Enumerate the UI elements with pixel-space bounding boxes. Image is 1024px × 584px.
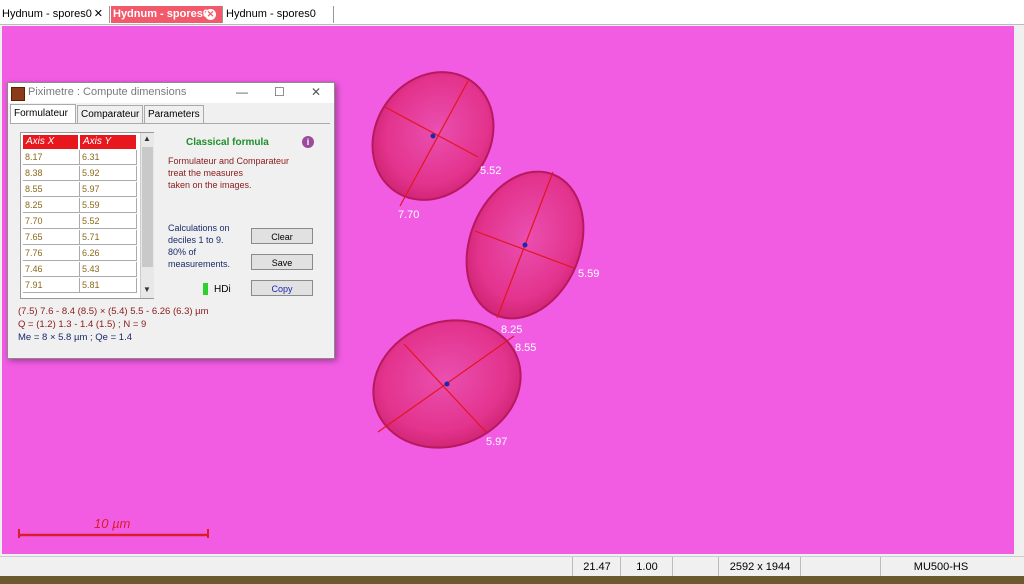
calc-note-line: measurements. (168, 259, 231, 269)
dialog-title: Piximetre : Compute dimensions (28, 86, 187, 98)
table-cell-axis-y[interactable]: 5.71 (80, 230, 137, 245)
center-point (430, 133, 436, 139)
measurements-table[interactable]: Axis X Axis Y 8.17 6.31 8.38 5.92 8.55 5.97 8.… (20, 132, 154, 299)
status-resolution: 2592 x 1944 (718, 557, 801, 577)
classical-formula-title: Classical formula (186, 137, 269, 148)
scale-bar-label: 10 µm (94, 516, 131, 531)
center-point (522, 242, 528, 248)
status-empty (800, 557, 881, 577)
tab-parameters[interactable]: Parameters (144, 105, 204, 123)
status-empty (672, 557, 719, 577)
table-cell-axis-x[interactable]: 7.46 (23, 262, 80, 277)
table-scrollbar[interactable]: ▲ ▼ (140, 133, 154, 298)
description-line: taken on the images. (168, 180, 252, 190)
scroll-down-icon[interactable]: ▼ (143, 285, 151, 294)
status-value-1: 21.47 (572, 557, 621, 577)
maximize-icon[interactable]: ☐ (274, 85, 285, 99)
close-icon[interactable]: ✕ (205, 6, 216, 23)
table-cell-axis-x[interactable]: 7.76 (23, 246, 80, 261)
table-cell-axis-y[interactable]: 5.43 (80, 262, 137, 277)
tab-label: Hydnum - spores0 (226, 8, 316, 20)
info-icon[interactable]: i (302, 136, 314, 148)
save-button[interactable]: Save (251, 254, 313, 270)
measure-label: 7.70 (398, 209, 419, 221)
table-cell-axis-x[interactable]: 7.65 (23, 230, 80, 245)
description-line: treat the measures (168, 168, 244, 178)
column-header-axis-x: Axis X (23, 135, 78, 149)
column-header-axis-y: Axis Y (80, 135, 136, 149)
result-mean: Me = 8 × 5.8 µm ; Qe = 1.4 (18, 332, 132, 343)
table-cell-axis-y[interactable]: 5.92 (80, 166, 137, 181)
measure-label: 5.97 (486, 436, 507, 448)
hdi-indicator[interactable] (203, 283, 208, 295)
measure-label: 5.59 (578, 268, 599, 280)
hdi-label: HDi (214, 284, 231, 295)
status-camera: MU500-HS (880, 557, 1001, 577)
piximetre-app-icon (11, 87, 25, 101)
clear-button[interactable]: Clear (251, 228, 313, 244)
status-bar: 21.47 1.00 2592 x 1944 MU500-HS (0, 556, 1024, 577)
table-cell-axis-y[interactable]: 6.31 (80, 150, 137, 165)
copy-button[interactable]: Copy (251, 280, 313, 296)
result-quotient: Q = (1.2) 1.3 - 1.4 (1.5) ; N = 9 (18, 319, 147, 330)
table-cell-axis-x[interactable]: 7.91 (23, 278, 80, 293)
table-cell-axis-y[interactable]: 5.52 (80, 214, 137, 229)
table-cell-axis-x[interactable]: 8.38 (23, 166, 80, 181)
tab-label: Hydnum - spores0 (2, 8, 92, 20)
calc-note-line: deciles 1 to 9. (168, 235, 224, 245)
compute-dimensions-dialog: Piximetre : Compute dimensions — ☐ ✕ For… (7, 82, 335, 359)
close-glyph: ✕ (205, 9, 216, 20)
calc-note-line: Calculations on (168, 223, 230, 233)
table-cell-axis-x[interactable]: 8.55 (23, 182, 80, 197)
calc-note-line: 80% of (168, 247, 197, 257)
tab-hydnum-spores0-2[interactable]: Hydnum - spores0 ✕ (111, 6, 223, 23)
table-cell-axis-x[interactable]: 8.25 (23, 198, 80, 213)
dialog-title-bar[interactable]: Piximetre : Compute dimensions — ☐ ✕ (8, 83, 334, 103)
tab-formulateur[interactable]: Formulateur (10, 104, 76, 123)
minimize-icon[interactable]: — (236, 85, 248, 99)
status-value-2: 1.00 (620, 557, 673, 577)
measure-label: 8.25 (501, 324, 522, 336)
center-point (444, 381, 450, 387)
description-line: Formulateur and Comparateur (168, 156, 290, 166)
table-cell-axis-y[interactable]: 5.59 (80, 198, 137, 213)
close-icon[interactable]: ✕ (94, 6, 103, 23)
table-cell-axis-x[interactable]: 7.70 (23, 214, 80, 229)
formulateur-pane: Axis X Axis Y 8.17 6.31 8.38 5.92 8.55 5.97 8.… (10, 123, 330, 356)
image-tab-bar: Hydnum - spores0 ✕ Hydnum - spores0 ✕ Hy… (0, 0, 1024, 25)
tab-hydnum-spores0-1[interactable]: Hydnum - spores0 ✕ (0, 6, 110, 23)
table-cell-axis-y[interactable]: 5.81 (80, 278, 137, 293)
table-cell-axis-x[interactable]: 8.17 (23, 150, 80, 165)
measure-label: 5.52 (480, 165, 501, 177)
tab-label: Hydnum - spores0 (113, 8, 209, 20)
tab-comparateur[interactable]: Comparateur (77, 105, 143, 123)
tab-hydnum-spores0-3[interactable]: Hydnum - spores0 (224, 6, 334, 23)
result-dimensions: (7.5) 7.6 - 8.4 (8.5) × (5.4) 5.5 - 6.26… (18, 306, 209, 317)
scroll-up-icon[interactable]: ▲ (143, 134, 151, 143)
table-cell-axis-y[interactable]: 5.97 (80, 182, 137, 197)
table-cell-axis-y[interactable]: 6.26 (80, 246, 137, 261)
scrollbar-thumb[interactable] (142, 147, 153, 267)
taskbar-strip (0, 576, 1024, 584)
measure-label: 8.55 (515, 342, 536, 354)
close-icon[interactable]: ✕ (311, 85, 321, 99)
